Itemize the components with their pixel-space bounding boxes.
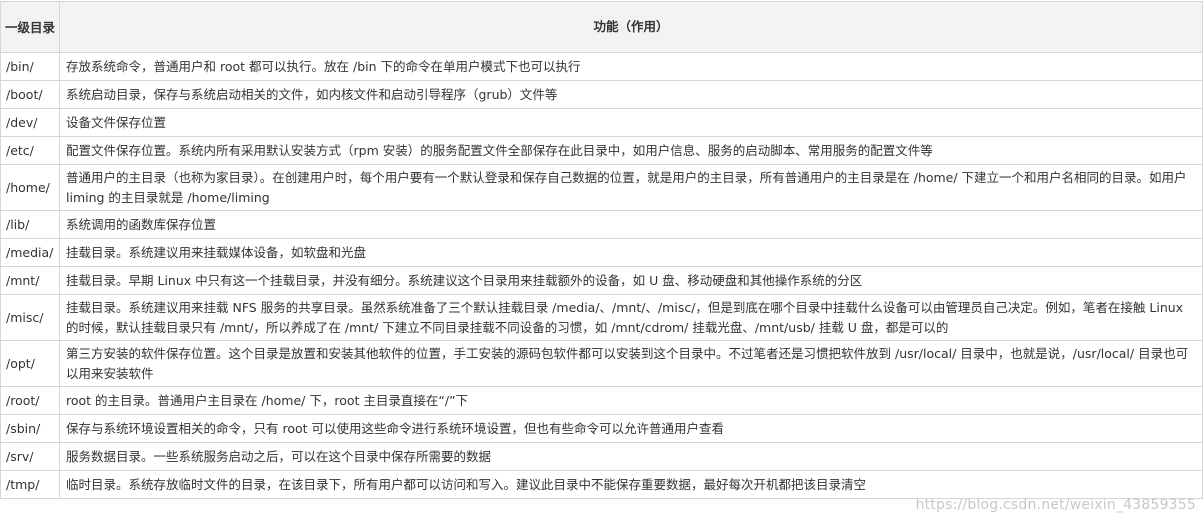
directory-table: 一级目录 功能（作用） /bin/ 存放系统命令，普通用户和 root 都可以执… [0, 1, 1203, 499]
directory-description: 第三方安装的软件保存位置。这个目录是放置和安装其他软件的位置，手工安装的源码包软… [59, 340, 1203, 387]
directory-path: /opt/ [0, 340, 60, 387]
table-row: /media/ 挂载目录。系统建议用来挂载媒体设备，如软盘和光盘 [0, 238, 1203, 267]
directory-description: 挂载目录。系统建议用来挂载媒体设备，如软盘和光盘 [59, 238, 1203, 267]
directory-path: /boot/ [0, 80, 60, 109]
directory-description: 设备文件保存位置 [59, 108, 1203, 137]
watermark-url: https://blog.csdn.net/weixin_43859355 [915, 497, 1196, 513]
table-header-row: 一级目录 功能（作用） [0, 1, 1203, 53]
directory-path: /bin/ [0, 52, 60, 81]
table-row: /home/ 普通用户的主目录（也称为家目录）。在创建用户时，每个用户要有一个默… [0, 164, 1203, 211]
directory-description: 系统调用的函数库保存位置 [59, 210, 1203, 239]
directory-description: 存放系统命令，普通用户和 root 都可以执行。放在 /bin 下的命令在单用户… [59, 52, 1203, 81]
table-row: /boot/ 系统启动目录，保存与系统启动相关的文件，如内核文件和启动引导程序（… [0, 80, 1203, 109]
directory-path: /misc/ [0, 294, 60, 341]
table-row: /dev/ 设备文件保存位置 [0, 108, 1203, 137]
directory-path: /root/ [0, 386, 60, 415]
directory-path: /mnt/ [0, 266, 60, 295]
header-function: 功能（作用） [59, 1, 1203, 53]
table-row: /etc/ 配置文件保存位置。系统内所有采用默认安装方式（rpm 安装）的服务配… [0, 136, 1203, 165]
directory-description: 临时目录。系统存放临时文件的目录，在该目录下，所有用户都可以访问和写入。建议此目… [59, 470, 1203, 499]
table-row: /sbin/ 保存与系统环境设置相关的命令，只有 root 可以使用这些命令进行… [0, 414, 1203, 443]
table-row: /tmp/ 临时目录。系统存放临时文件的目录，在该目录下，所有用户都可以访问和写… [0, 470, 1203, 499]
table-row: /srv/ 服务数据目录。一些系统服务启动之后，可以在这个目录中保存所需要的数据 [0, 442, 1203, 471]
directory-path: /dev/ [0, 108, 60, 137]
directory-description: 配置文件保存位置。系统内所有采用默认安装方式（rpm 安装）的服务配置文件全部保… [59, 136, 1203, 165]
table-row: /opt/ 第三方安装的软件保存位置。这个目录是放置和安装其他软件的位置，手工安… [0, 340, 1203, 387]
directory-path: /etc/ [0, 136, 60, 165]
directory-description: 挂载目录。早期 Linux 中只有这一个挂载目录，并没有细分。系统建议这个目录用… [59, 266, 1203, 295]
directory-description: 系统启动目录，保存与系统启动相关的文件，如内核文件和启动引导程序（grub）文件… [59, 80, 1203, 109]
directory-description: root 的主目录。普通用户主目录在 /home/ 下，root 主目录直接在“… [59, 386, 1203, 415]
directory-description: 服务数据目录。一些系统服务启动之后，可以在这个目录中保存所需要的数据 [59, 442, 1203, 471]
table-row: /mnt/ 挂载目录。早期 Linux 中只有这一个挂载目录，并没有细分。系统建… [0, 266, 1203, 295]
directory-description: 挂载目录。系统建议用来挂载 NFS 服务的共享目录。虽然系统准备了三个默认挂载目… [59, 294, 1203, 341]
directory-description: 保存与系统环境设置相关的命令，只有 root 可以使用这些命令进行系统环境设置，… [59, 414, 1203, 443]
directory-description: 普通用户的主目录（也称为家目录）。在创建用户时，每个用户要有一个默认登录和保存自… [59, 164, 1203, 211]
directory-path: /lib/ [0, 210, 60, 239]
directory-path: /tmp/ [0, 470, 60, 499]
table-row: /root/ root 的主目录。普通用户主目录在 /home/ 下，root … [0, 386, 1203, 415]
table-row: /bin/ 存放系统命令，普通用户和 root 都可以执行。放在 /bin 下的… [0, 52, 1203, 81]
directory-path: /srv/ [0, 442, 60, 471]
table-row: /misc/ 挂载目录。系统建议用来挂载 NFS 服务的共享目录。虽然系统准备了… [0, 294, 1203, 341]
directory-path: /sbin/ [0, 414, 60, 443]
table-row: /lib/ 系统调用的函数库保存位置 [0, 210, 1203, 239]
directory-path: /media/ [0, 238, 60, 267]
header-directory: 一级目录 [0, 1, 60, 53]
directory-path: /home/ [0, 164, 60, 211]
